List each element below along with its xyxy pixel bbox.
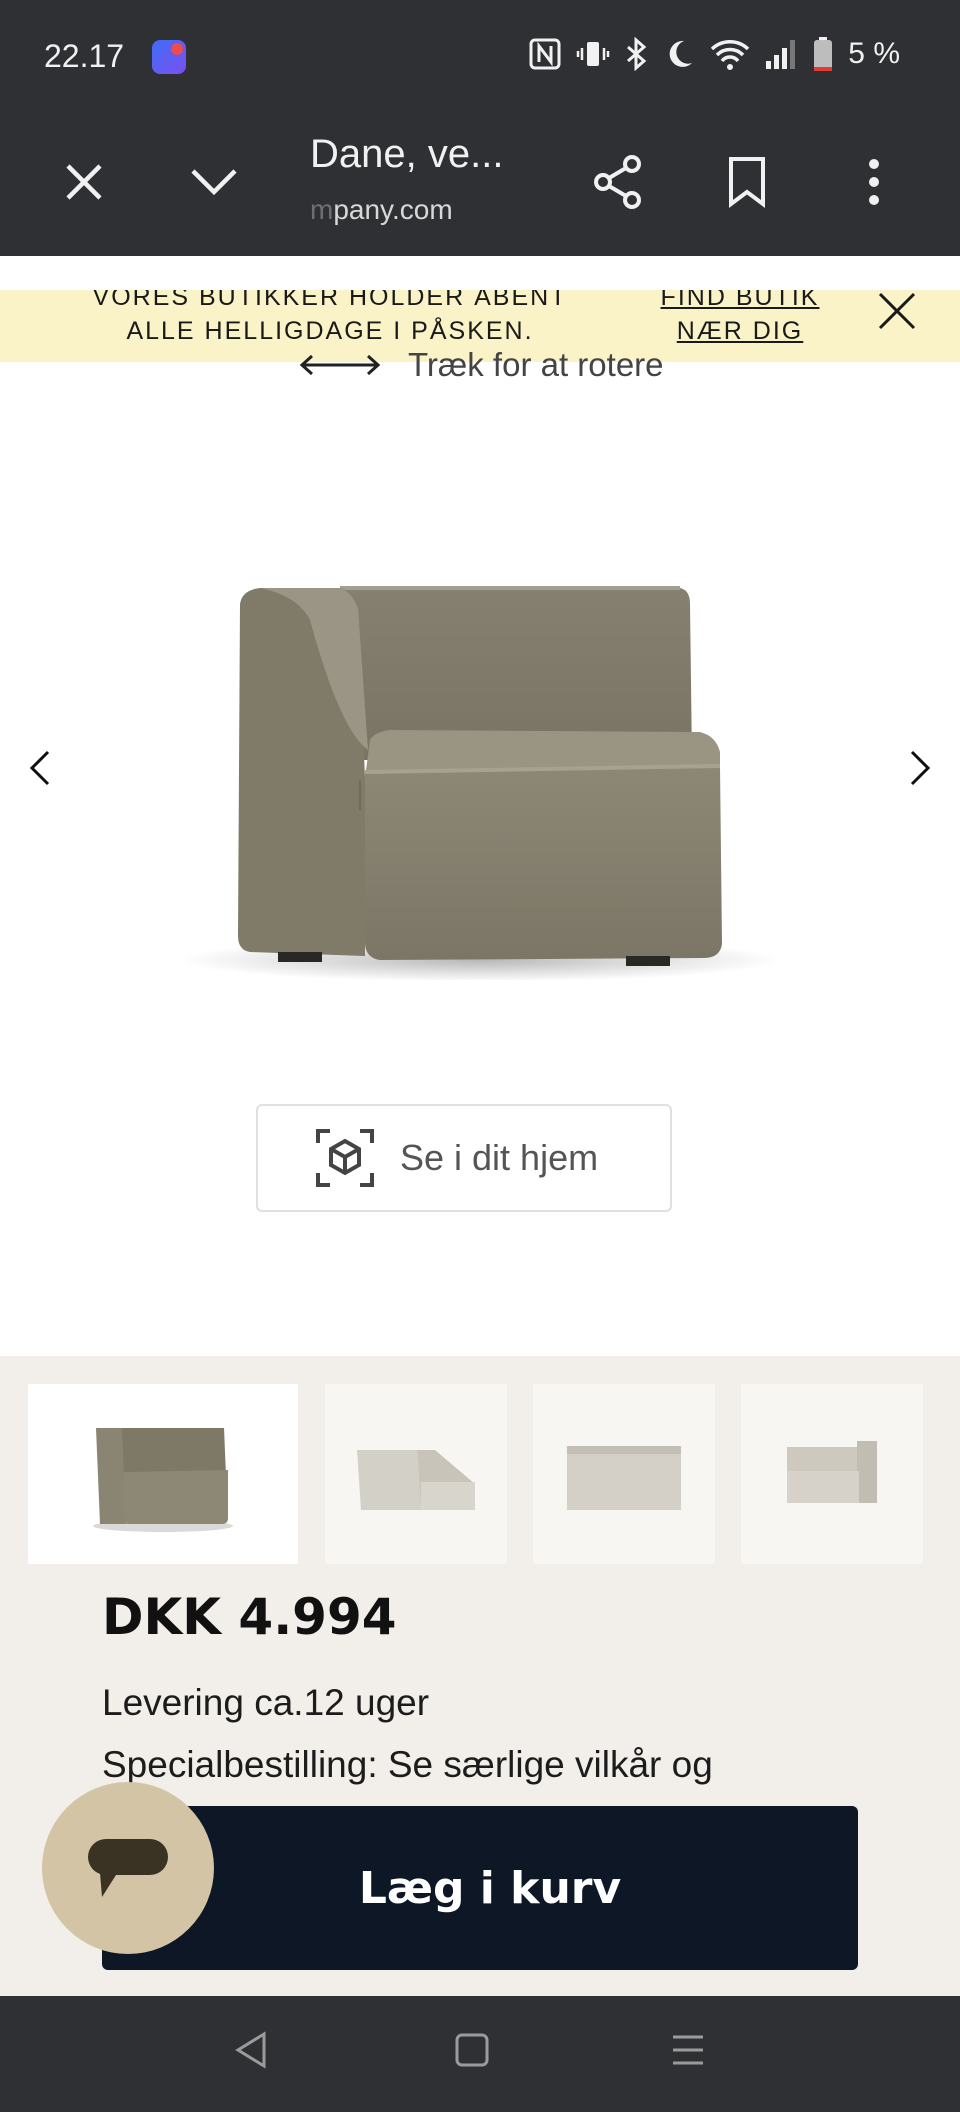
do-not-disturb-icon	[669, 40, 693, 67]
vibrate-icon	[577, 42, 610, 66]
bookmark-button[interactable]	[711, 146, 783, 218]
tab-title: Dane, ve...	[310, 132, 504, 176]
tab-url-text: pany.com	[333, 194, 453, 225]
minimize-tab-button[interactable]	[178, 146, 250, 218]
sofa-thumbnail-image	[357, 1450, 475, 1510]
chevron-left-icon	[29, 750, 50, 786]
view-in-home-button[interactable]: Se i dit hjem	[256, 1104, 672, 1212]
more-options-button[interactable]	[838, 146, 910, 218]
special-order-info: Specialbestilling: Se særlige vilkår og	[102, 1744, 713, 1785]
bookmark-icon	[729, 157, 765, 208]
chevron-down-icon	[191, 169, 237, 196]
system-navigation-bar	[0, 1996, 960, 2112]
next-image-button[interactable]	[900, 748, 940, 788]
browser-chrome: 22.17 5 % Dane, ve... mpany.com	[0, 0, 960, 256]
share-icon	[594, 155, 641, 209]
close-icon	[878, 292, 916, 330]
chat-icon	[88, 1839, 168, 1897]
close-icon	[66, 164, 102, 200]
ar-cube-icon	[316, 1129, 374, 1187]
share-button[interactable]	[582, 146, 654, 218]
back-nav-button[interactable]	[232, 2030, 272, 2070]
find-store-link[interactable]: FIND BUTIK NÆR DIG	[650, 290, 830, 348]
banner-close-button[interactable]	[872, 286, 922, 336]
add-to-cart-label: Læg i kurv	[358, 1862, 622, 1914]
status-time: 22.17	[44, 38, 125, 74]
rotate-hint: Træk for at rotere	[300, 346, 664, 384]
chat-button[interactable]	[42, 1782, 214, 1954]
add-to-cart-button[interactable]: Læg i kurv	[102, 1806, 858, 1970]
sofa-thumbnail-image	[567, 1446, 681, 1510]
banner-message: VORES BUTIKKER HOLDER ÅBENT ALLE HELLIGD…	[92, 290, 568, 345]
battery-icon	[814, 37, 833, 71]
tab-url-faded: m	[310, 194, 334, 225]
rotate-arrows-icon	[300, 354, 380, 376]
corner-sofa-image	[180, 586, 780, 982]
delivery-info: Levering ca.12 uger	[102, 1682, 430, 1723]
close-tab-button[interactable]	[48, 146, 120, 218]
recents-nav-button[interactable]	[670, 2032, 706, 2068]
wifi-icon	[711, 40, 750, 70]
view-in-home-label: Se i dit hjem	[400, 1137, 599, 1178]
sofa-thumbnail-image	[93, 1428, 233, 1532]
sofa-thumbnail-image	[787, 1441, 877, 1503]
thumbnail-1[interactable]	[28, 1384, 298, 1564]
signal-icon	[766, 40, 796, 69]
product-3d-view[interactable]	[160, 560, 800, 982]
bluetooth-icon	[627, 37, 647, 71]
battery-percentage: 5 %	[848, 37, 900, 70]
thumbnail-3[interactable]	[533, 1384, 715, 1564]
back-triangle-icon	[235, 2031, 266, 2069]
thumbnail-4[interactable]	[741, 1384, 923, 1564]
previous-image-button[interactable]	[20, 748, 60, 788]
chevron-right-icon	[910, 750, 931, 786]
home-square-icon	[455, 2033, 489, 2067]
recents-lines-icon	[673, 2035, 703, 2065]
home-nav-button[interactable]	[454, 2032, 490, 2068]
nfc-icon	[529, 38, 561, 70]
app-notification-icon	[152, 40, 186, 74]
status-icons: 5 %	[528, 36, 900, 72]
rotate-hint-text: Træk for at rotere	[408, 346, 664, 383]
product-price: DKK 4.994	[102, 1588, 397, 1646]
more-vert-icon	[869, 159, 879, 205]
thumbnail-2[interactable]	[325, 1384, 507, 1564]
tab-url[interactable]: mpany.com	[310, 194, 453, 226]
